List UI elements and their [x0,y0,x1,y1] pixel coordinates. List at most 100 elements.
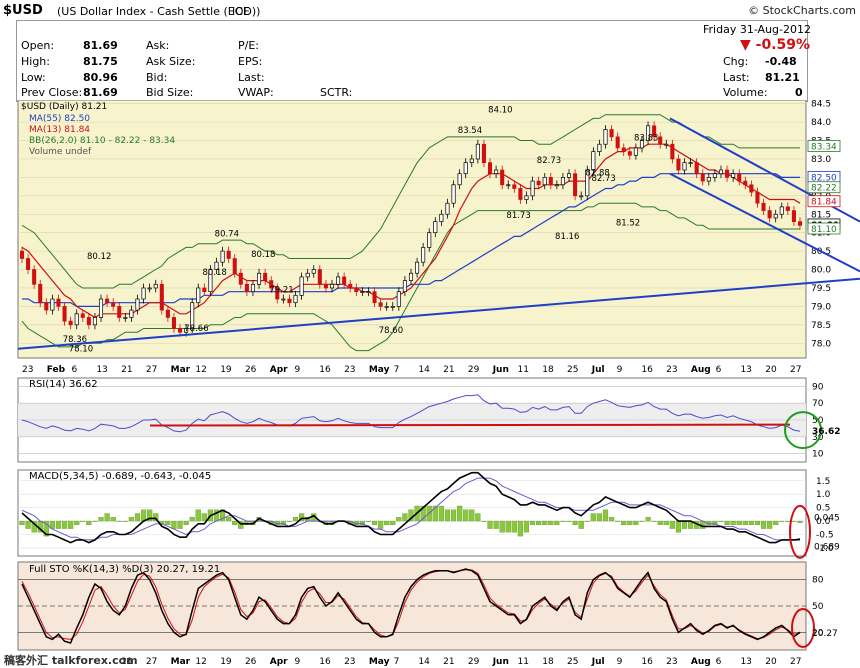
macd-histogram-bar [98,517,104,522]
date-tick-label: Apr [270,365,288,375]
value-flag-label: 84.10 [488,105,512,115]
sto-date-tick-label: 27 [790,657,801,667]
macd-histogram-bar [55,520,62,529]
macd-histogram-bar [140,509,147,522]
sto-date-tick-label: 9 [295,657,301,667]
candle-body [487,162,493,175]
macd-tick-label: 1.5 [816,477,830,487]
macd-histogram-bar [122,520,128,522]
chart-canvas: 78.078.579.079.580.080.581.081.582.082.5… [4,100,860,667]
sto-date-tick-label: 18 [542,657,554,667]
macd-histogram-bar [681,520,688,529]
macd-histogram-bar [390,520,396,525]
candle-body [725,169,730,178]
macd-histogram-bar [469,509,475,522]
macd-histogram-bar [572,520,578,525]
date-tick-label: 11 [517,365,528,375]
candle-body [682,162,687,171]
candle-body [658,136,663,145]
candle-body [767,210,772,219]
macd-histogram-bar [365,520,372,522]
macd-histogram-bar [499,520,505,533]
candle-body [62,306,67,322]
macd-histogram-bar [116,520,122,522]
macd-histogram-bar [493,520,499,529]
candle-body [372,291,377,304]
sto-tick-label: 50 [812,602,824,612]
candle-body [19,250,25,259]
macd-histogram-bar [80,520,86,522]
last-label: Last: [723,71,750,84]
candle-body [323,283,328,289]
date-tick-label: 13 [740,365,751,375]
macd-histogram-bar [134,513,141,522]
last-label-mid: Last: [238,71,265,84]
high-label: High: [21,55,50,68]
copyright-notice: © StockCharts.com [748,4,856,17]
macd-histogram-bar [189,517,195,522]
date-tick-label: 16 [319,365,331,375]
rsi-tick-label: 70 [812,399,824,409]
macd-tick-label: 0.5 [816,504,830,514]
eps-label: EPS: [238,55,263,68]
candle-body [445,202,450,215]
sto-date-tick-label: 9 [617,657,623,667]
macd-histogram-bar [475,513,481,522]
macd-histogram-bar [797,520,803,523]
change-percent-badge: ▼ -0.59% [740,37,810,53]
candle-body [317,269,322,285]
sto-date-tick-label: 26 [245,657,257,667]
change-percent: -0.59% [755,37,811,53]
macd-histogram-bar [602,509,609,522]
macd-histogram-bar [542,520,548,525]
candle-body [305,272,310,278]
value-flag-label: 80.18 [203,268,227,278]
candle-body [718,169,724,175]
candle-body [633,147,638,156]
rsi-last-value: 36.62 [812,427,840,437]
value-flag-label: 78.36 [63,335,87,345]
macd-histogram-bar [736,520,742,525]
macd-histogram-bar [438,505,444,522]
candle-body [366,291,371,294]
candle-body [560,177,565,186]
macd-tick-label: -0.5 [816,531,834,541]
macd-histogram-bar [578,520,584,529]
candle-body [147,287,152,290]
macd-histogram-bar [767,520,773,529]
sto-date-tick-label: Mar [171,657,191,667]
candle-body [354,287,359,293]
candle-body [105,298,110,304]
candle-body [712,173,717,178]
price-tick-label: 79.5 [811,284,831,294]
prev-close-label: Prev Close: [21,86,83,99]
date-tick-label: 25 [567,365,578,375]
macd-histogram-bar [590,513,596,522]
sto-date-tick-label: Apr [270,657,288,667]
candle-body [299,276,304,296]
macd-histogram-bar [444,509,451,522]
macd-histogram-bar [645,517,651,522]
value-flag-label: 81.52 [616,219,640,229]
legend-ma55: MA(55) 82.50 [29,114,90,124]
macd-histogram-bar [201,513,207,522]
macd-histogram-bar [560,520,566,522]
sto-date-tick-label: Jun [492,657,509,667]
candle-body [451,184,456,204]
ticker-symbol: $USD [3,3,43,18]
macd-histogram-bar [517,520,523,537]
value-flag-label: 82.73 [592,174,616,184]
candle-body [50,298,55,311]
candle-body [755,191,760,204]
candle-body [615,136,620,149]
candle-body [98,298,104,318]
candle-body [627,151,632,156]
macd-histogram-bar [402,513,408,522]
date-tick-label: 23 [344,365,355,375]
macd-histogram-bar [104,513,110,522]
macd-histogram-bar [627,520,633,525]
candle-body [56,298,61,307]
candle-body [38,283,43,304]
candle-body [384,306,389,308]
candle-body [238,272,243,285]
